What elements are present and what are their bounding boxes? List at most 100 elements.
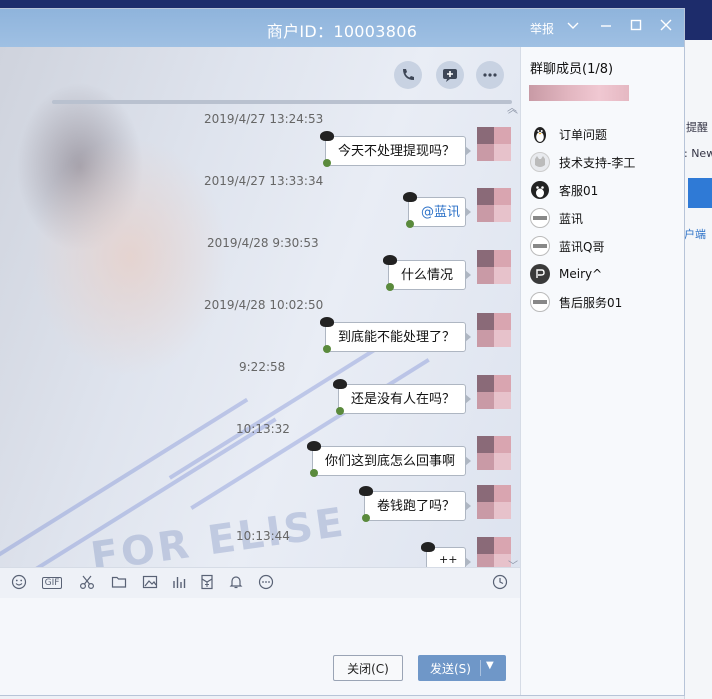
sticker-icon (403, 192, 417, 202)
leaf-icon (323, 345, 331, 353)
dark-avatar-icon (530, 264, 550, 284)
add-member-button[interactable] (436, 61, 464, 89)
member-item[interactable]: 蓝讯Q哥 (530, 235, 604, 257)
horizontal-scrollbar[interactable] (52, 100, 512, 104)
message-bubble[interactable]: @蓝讯 (403, 192, 471, 228)
chevron-down-icon[interactable] (565, 18, 581, 34)
leaf-icon (362, 514, 370, 522)
message-timestamp: 2019/4/28 10:02:50 (204, 298, 324, 312)
avatar[interactable] (477, 127, 511, 161)
message-bubble[interactable]: 还是没有人在吗？ (333, 379, 471, 415)
history-clock-icon[interactable] (491, 574, 509, 592)
chat-message-area[interactable]: FOR ELISE ︿ 2019/4/27 13:24:53 今天不处理提现吗？… (0, 47, 520, 567)
penguin-icon (530, 124, 550, 144)
message-bubble[interactable]: ++ (421, 542, 471, 567)
sticker-icon (307, 441, 321, 451)
report-link[interactable]: 举报 (530, 20, 554, 37)
message-text: 你们这到底怎么回事啊 (325, 454, 456, 469)
sticker-icon (320, 317, 334, 327)
message-timestamp: 2019/4/27 13:33:34 (204, 174, 324, 188)
background-text-reminder: 提醒 (686, 121, 708, 134)
sticker-icon (383, 255, 397, 265)
member-name: 蓝讯Q哥 (559, 239, 605, 254)
message-bubble[interactable]: 你们这到底怎么回事啊 (307, 441, 471, 477)
window-title: 商户ID：10003806 (266, 22, 418, 41)
leaf-icon (406, 220, 414, 228)
send-button[interactable]: 发送(S) ▼ (418, 655, 506, 681)
title-bar: 商户ID：10003806 举报 (0, 9, 684, 47)
message-text: 今天不处理提现吗？ (338, 144, 456, 159)
member-item[interactable]: 客服01 (530, 179, 598, 201)
avatar[interactable] (477, 537, 511, 567)
avatar[interactable] (477, 375, 511, 409)
member-item[interactable]: 订单问题 (530, 123, 607, 145)
penguin-icon (530, 180, 550, 200)
leaf-icon (323, 159, 331, 167)
member-name: 技术支持-李工 (559, 155, 636, 170)
member-name: Meiry^ (559, 267, 603, 281)
member-name: 售后服务01 (559, 295, 623, 310)
chat-window: 商户ID：10003806 举报 FOR ELISE ︿ 2019/4/27 1… (0, 9, 684, 695)
cat-avatar-icon (530, 152, 550, 172)
message-timestamp: 10:13:44 (236, 529, 290, 543)
message-timestamp: 2019/4/27 13:24:53 (204, 112, 324, 126)
more-tools-icon[interactable] (257, 574, 275, 592)
background-text-new: : New (684, 147, 712, 160)
member-item[interactable]: Meiry^ (530, 263, 602, 285)
chat-plus-icon (443, 69, 457, 82)
avatar[interactable] (477, 313, 511, 347)
avatar[interactable] (477, 250, 511, 284)
blurred-member-name (529, 85, 629, 101)
sticker-icon (359, 486, 373, 496)
ellipsis-icon (483, 73, 497, 77)
message-bubble[interactable]: 今天不处理提现吗？ (320, 131, 471, 167)
sticker-icon (421, 542, 435, 552)
message-bubble[interactable]: 卷钱跑了吗？ (359, 486, 471, 522)
message-text: @蓝讯 (421, 205, 461, 220)
member-item[interactable]: 蓝讯 (530, 207, 583, 229)
background-window (684, 40, 712, 699)
emoji-icon[interactable] (10, 574, 28, 592)
call-button[interactable] (394, 61, 422, 89)
member-name: 客服01 (559, 183, 599, 198)
red-packet-icon[interactable] (198, 574, 216, 592)
chevron-down-icon[interactable]: ▼ (486, 660, 494, 671)
background-text-client: 户端 (684, 228, 706, 241)
avatar[interactable] (477, 436, 511, 470)
default-avatar-icon (530, 292, 550, 312)
collapse-icon[interactable]: ︿ (507, 99, 517, 114)
chart-icon[interactable] (170, 574, 188, 592)
more-button[interactable] (476, 61, 504, 89)
close-button[interactable]: 关闭(C) (333, 655, 403, 681)
decor-stripe (190, 358, 430, 510)
default-avatar-icon (530, 236, 550, 256)
send-divider (480, 660, 481, 676)
message-timestamp: 2019/4/28 9:30:53 (207, 236, 319, 250)
close-icon[interactable] (658, 18, 674, 34)
sticker-icon (320, 131, 334, 141)
message-bubble[interactable]: 到底能不能处理了？ (320, 317, 471, 353)
member-panel: 群聊成员(1/8) ︿ 订单问题 技术支持-李工 客服01 蓝讯 蓝讯Q哥 Me… (507, 47, 684, 695)
leaf-icon (336, 407, 344, 415)
scroll-down-icon[interactable]: ﹀ (508, 557, 518, 567)
bell-icon[interactable] (227, 574, 245, 592)
input-toolbar: GIF (0, 567, 520, 598)
avatar[interactable] (477, 485, 511, 519)
gif-icon[interactable]: GIF (40, 574, 64, 592)
maximize-icon[interactable] (628, 18, 644, 34)
member-item[interactable]: 技术支持-李工 (530, 151, 635, 173)
avatar[interactable] (477, 188, 511, 222)
message-bubble[interactable]: 什么情况 (383, 255, 471, 291)
message-text: 卷钱跑了吗？ (377, 499, 456, 514)
image-icon[interactable] (141, 574, 159, 592)
member-name: 蓝讯 (559, 211, 584, 226)
scissors-icon[interactable] (78, 574, 96, 592)
leaf-icon (310, 469, 318, 477)
send-label: 发送(S) (430, 661, 471, 676)
default-avatar-icon (530, 208, 550, 228)
folder-icon[interactable] (110, 574, 128, 592)
minimize-icon[interactable] (598, 18, 614, 34)
member-item[interactable]: 售后服务01 (530, 291, 622, 313)
message-text: 什么情况 (401, 268, 454, 283)
message-text: ++ (439, 553, 458, 566)
